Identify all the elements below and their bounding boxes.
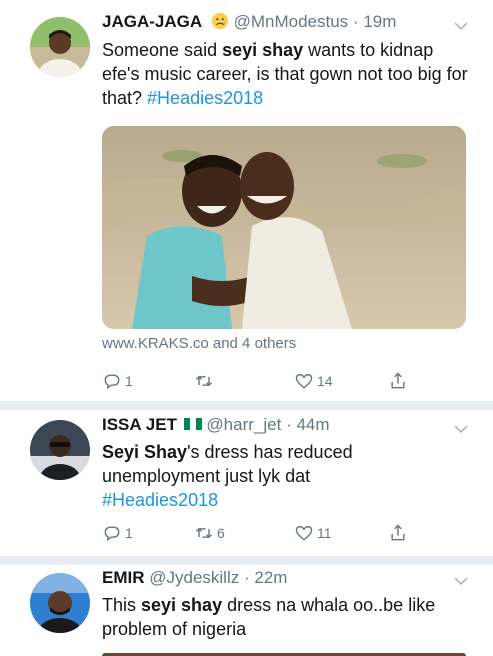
nigeria-flag-emoji <box>183 418 202 430</box>
retweet-icon <box>195 527 213 539</box>
separator-dot: · <box>352 12 359 31</box>
card-source[interactable]: www.KRAKS.co and 4 others <box>102 335 296 352</box>
display-name[interactable]: JAGA-JAGA <box>102 12 202 31</box>
retweet-button[interactable]: 6 <box>194 523 225 543</box>
tweet-header: ISSA JET @harr_jet · 44m <box>102 415 330 435</box>
tweet-actions: 1 14 <box>102 371 422 395</box>
reply-count: 1 <box>125 373 133 389</box>
chevron-down-icon[interactable] <box>453 573 469 589</box>
hashtag-link[interactable]: #Headies2018 <box>102 490 218 510</box>
reply-button[interactable]: 1 <box>102 371 133 391</box>
avatar[interactable] <box>30 420 90 480</box>
tweet-2[interactable]: ISSA JET @harr_jet · 44m Seyi Shay's dre… <box>0 410 493 556</box>
user-handle[interactable]: @Jydeskillz <box>149 568 239 587</box>
retweet-count: 6 <box>217 525 225 541</box>
like-icon <box>295 526 313 541</box>
like-button[interactable]: 11 <box>294 523 332 543</box>
tweet-separator <box>0 401 493 410</box>
timestamp[interactable]: 19m <box>363 12 396 31</box>
tweet-1[interactable]: JAGA-JAGA @MnModestus · 19m Someone said… <box>0 0 493 400</box>
timestamp[interactable]: 44m <box>296 415 329 434</box>
reply-icon <box>104 374 120 390</box>
avatar[interactable] <box>30 573 90 633</box>
separator-dot: · <box>286 415 292 434</box>
like-button[interactable]: 14 <box>294 371 333 391</box>
share-button[interactable] <box>388 371 408 391</box>
tweet-3[interactable]: EMIR @Jydeskillz · 22m This seyi shay dr… <box>0 565 493 656</box>
bold-term: seyi shay <box>141 595 223 615</box>
share-icon <box>391 372 405 389</box>
share-button[interactable] <box>388 523 408 543</box>
avatar[interactable] <box>30 17 90 77</box>
like-count: 14 <box>317 373 333 389</box>
reply-icon <box>104 526 120 542</box>
display-name[interactable]: ISSA JET <box>102 415 177 434</box>
user-handle[interactable]: @harr_jet <box>206 415 281 434</box>
display-name[interactable]: EMIR <box>102 568 145 587</box>
timestamp[interactable]: 22m <box>254 568 287 587</box>
tweet-header: JAGA-JAGA @MnModestus · 19m <box>102 12 396 32</box>
separator-dot: · <box>243 568 250 587</box>
share-icon <box>391 524 405 541</box>
bold-term: Seyi Shay <box>102 442 188 462</box>
retweet-button[interactable] <box>194 371 217 391</box>
tweet-actions: 1 6 11 <box>102 523 422 547</box>
reply-count: 1 <box>125 525 133 541</box>
like-icon <box>295 374 313 389</box>
user-handle[interactable]: @MnModestus <box>234 12 349 31</box>
tweet-text: Seyi Shay's dress has reduced unemployme… <box>102 442 353 510</box>
tweet-text: Someone said seyi shay wants to kidnap e… <box>102 40 468 108</box>
tweet-photo[interactable] <box>102 126 466 329</box>
bold-term: seyi shay <box>222 40 304 60</box>
chevron-down-icon[interactable] <box>453 18 469 34</box>
hashtag-link[interactable]: #Headies2018 <box>147 88 263 108</box>
tweet-text: This seyi shay dress na whala oo..be lik… <box>102 595 436 639</box>
reply-button[interactable]: 1 <box>102 523 133 543</box>
worried-face-emoji <box>211 12 228 30</box>
like-count: 11 <box>317 525 332 541</box>
chevron-down-icon[interactable] <box>453 421 469 437</box>
tweet-header: EMIR @Jydeskillz · 22m <box>102 568 287 588</box>
retweet-icon <box>195 375 213 387</box>
tweet-separator <box>0 556 493 565</box>
